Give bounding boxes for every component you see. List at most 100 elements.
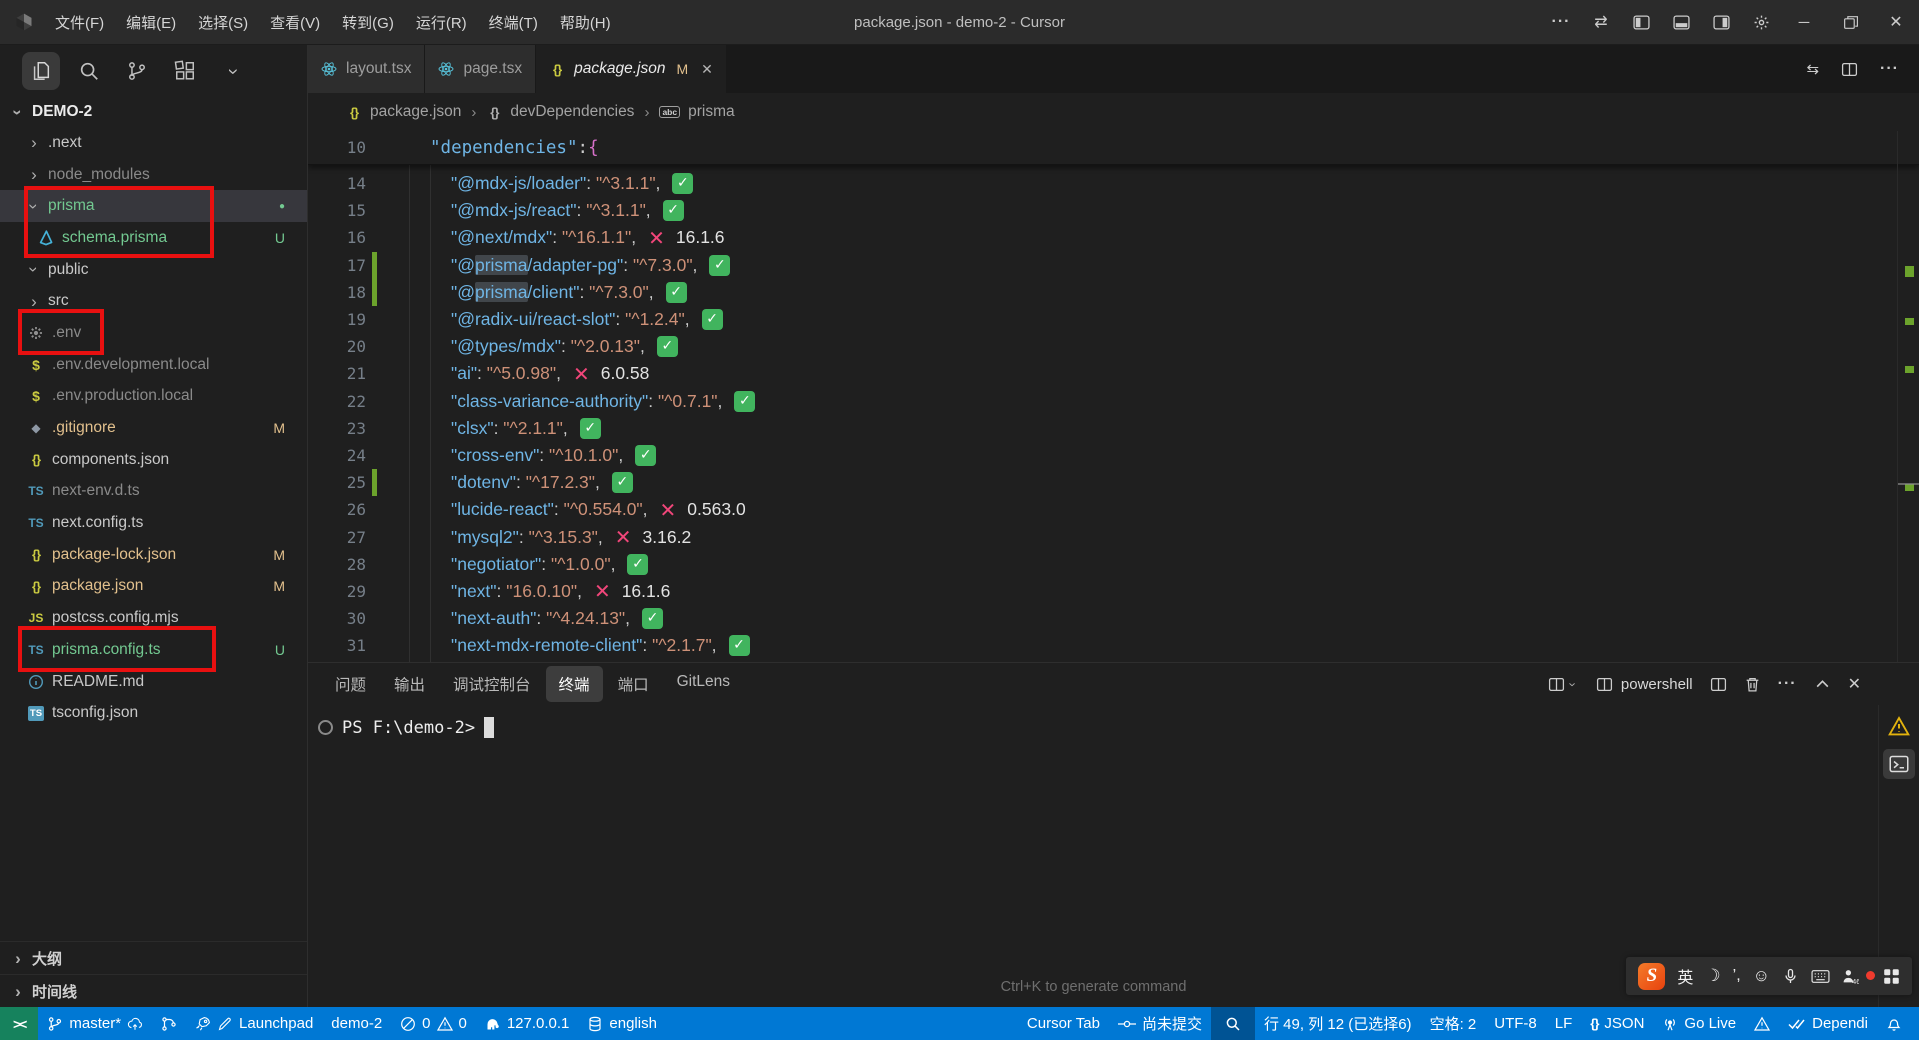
code-line-25[interactable]: 25 "dotenv": "^17.2.3", ✓ [308, 469, 1919, 497]
status-cursor-position[interactable]: 行 49, 列 12 (已选择6) [1255, 1007, 1421, 1040]
status-remote-indicator[interactable]: >< [0, 1007, 39, 1040]
status-database-connection[interactable]: english [578, 1007, 666, 1040]
tree-item-.gitignore[interactable]: ◆ .gitignore M [0, 412, 307, 444]
tree-item-prisma[interactable]: › prisma ● [0, 190, 307, 223]
menu-item[interactable]: 运行(R) [405, 12, 478, 33]
code-line-26[interactable]: 26 "lucide-react": "^0.554.0", ✕ 0.563.0 [308, 496, 1919, 523]
code-line-19[interactable]: 19 "@radix-ui/react-slot": "^1.2.4", ✓ [308, 306, 1919, 333]
more-actions-icon[interactable]: ··· [1880, 60, 1899, 78]
breadcrumb-item[interactable]: package.json [370, 103, 461, 121]
menu-item[interactable]: 文件(F) [44, 12, 115, 33]
tree-item-next-env.d.ts[interactable]: TS next-env.d.ts [0, 476, 307, 508]
activity-extensions-icon[interactable] [166, 52, 204, 90]
code-editor[interactable]: 10 "dependencies": { 14 "@mdx-js/loader": … [308, 131, 1919, 662]
status-language-mode[interactable]: {} JSON [1581, 1007, 1653, 1040]
tab-package.json[interactable]: {} package.json M ✕ [536, 45, 727, 93]
menu-item[interactable]: 查看(V) [259, 12, 331, 33]
status-gitlens-launchpad[interactable]: Launchpad [186, 1007, 322, 1040]
menu-item[interactable]: 选择(S) [187, 12, 259, 33]
kill-terminal-icon[interactable] [1744, 676, 1761, 693]
restore-button[interactable] [1827, 0, 1873, 44]
tree-item-.env.production.local[interactable]: $ .env.production.local [0, 381, 307, 413]
overview-ruler[interactable] [1898, 131, 1919, 662]
sticky-scroll-line[interactable]: 10 "dependencies": { [308, 131, 1919, 165]
tree-item-prisma.config.ts[interactable]: TS prisma.config.ts U [0, 634, 307, 666]
menu-item[interactable]: 终端(T) [478, 12, 549, 33]
grid-icon[interactable] [1883, 968, 1900, 985]
code-line-27[interactable]: 27 "mysql2": "^3.15.3", ✕ 3.16.2 [308, 523, 1919, 550]
code-line-21[interactable]: 21 "ai": "^5.0.98", ✕ 6.0.58 [308, 360, 1919, 387]
compare-changes-icon[interactable]: ⇆ [1806, 60, 1819, 79]
status-notifications-bell[interactable] [1877, 1007, 1911, 1040]
panel-tab-输出[interactable]: 输出 [381, 666, 438, 702]
panel-left-icon[interactable] [1621, 0, 1661, 44]
panel-tab-问题[interactable]: 问题 [322, 666, 379, 702]
menu-item[interactable]: 转到(G) [331, 12, 405, 33]
sogou-logo[interactable]: S [1638, 962, 1666, 990]
code-line-17[interactable]: 17 "@prisma/adapter-pg": "^7.3.0", ✓ [308, 251, 1919, 279]
keyboard-icon[interactable] [1811, 968, 1830, 985]
tree-item-src[interactable]: › src [0, 285, 307, 317]
status-postgres-host[interactable]: 127.0.0.1 [476, 1007, 579, 1040]
tree-item-package.json[interactable]: {} package.json M [0, 571, 307, 603]
close-panel-icon[interactable]: ✕ [1848, 674, 1861, 694]
tree-item-tsconfig.json[interactable]: TS tsconfig.json [0, 697, 307, 729]
tree-item-next.config.ts[interactable]: TS next.config.ts [0, 507, 307, 539]
status-commit-status[interactable]: 尚未提交 [1109, 1007, 1211, 1040]
explorer-root-folder[interactable]: › DEMO-2 [0, 97, 307, 127]
tree-item-README.md[interactable]: README.md [0, 666, 307, 698]
status-go-live[interactable]: Go Live [1653, 1007, 1745, 1040]
tab-layout.tsx[interactable]: layout.tsx [308, 45, 426, 93]
code-line-18[interactable]: 18 "@prisma/client": "^7.3.0", ✓ [308, 278, 1919, 306]
status-indentation[interactable]: 空格: 2 [1421, 1007, 1486, 1040]
tree-item-.env.development.local[interactable]: $ .env.development.local [0, 349, 307, 381]
status-git-branch[interactable]: master* [38, 1007, 152, 1040]
status-dependi[interactable]: Dependi [1779, 1007, 1877, 1040]
minimize-button[interactable]: ─ [1781, 0, 1827, 44]
status-gitlens-graph[interactable] [152, 1007, 186, 1040]
breadcrumb[interactable]: {} package.json › {} devDependencies › abc pris… [308, 93, 1919, 131]
panel-bottom-icon[interactable] [1661, 0, 1701, 44]
panel-tab-GitLens[interactable]: GitLens [664, 666, 743, 702]
code-line-22[interactable]: 22 "class-variance-authority": "^0.7.1", ✓ [308, 388, 1919, 415]
tab-page.tsx[interactable]: page.tsx [425, 45, 537, 93]
more-actions-icon[interactable]: ··· [1778, 675, 1797, 693]
tree-item-.env[interactable]: .env [0, 317, 307, 349]
sidebar-section-大纲[interactable]: › 大纲 [0, 941, 307, 974]
settings-icon[interactable] [1741, 0, 1781, 44]
close-tab-icon[interactable]: ✕ [701, 61, 713, 78]
tree-item-node_modules[interactable]: › node_modules [0, 159, 307, 191]
tree-item-package-lock.json[interactable]: {} package-lock.json M [0, 539, 307, 571]
split-terminal-icon[interactable] [1710, 676, 1727, 693]
activity-chevron-down-icon[interactable]: › [214, 52, 252, 90]
tree-item-public[interactable]: › public [0, 254, 307, 286]
code-line-20[interactable]: 20 "@types/mdx": "^2.0.13", ✓ [308, 333, 1919, 360]
split-editor-icon[interactable] [1841, 61, 1858, 78]
terminal-session-tab[interactable]: powershell [1596, 676, 1693, 693]
status-warning-indicator[interactable] [1745, 1007, 1779, 1040]
panel-tab-端口[interactable]: 端口 [605, 666, 662, 702]
maximize-panel-icon[interactable] [1814, 676, 1831, 693]
code-line-23[interactable]: 23 "clsx": "^2.1.1", ✓ [308, 415, 1919, 442]
punctuation-indicator[interactable]: ’, [1733, 967, 1741, 985]
status-search-mode[interactable] [1211, 1007, 1256, 1040]
breadcrumb-item[interactable]: prisma [688, 103, 735, 121]
tree-item-components.json[interactable]: {} components.json [0, 444, 307, 476]
more-icon[interactable]: ··· [1541, 0, 1581, 44]
tree-item-postcss.config.mjs[interactable]: JS postcss.config.mjs [0, 602, 307, 634]
terminal-launch-button[interactable]: › [1548, 676, 1580, 693]
mic-icon[interactable] [1782, 968, 1799, 985]
breadcrumb-item[interactable]: devDependencies [510, 103, 634, 121]
lang-indicator[interactable]: 英 [1677, 964, 1693, 988]
code-line-15[interactable]: 15 "@mdx-js/react": "^3.1.1", ✓ [308, 197, 1919, 224]
emoji-icon[interactable]: ☺ [1753, 966, 1770, 986]
code-line-29[interactable]: 29 "next": "16.0.10", ✕ 16.1.6 [308, 578, 1919, 605]
status-problems[interactable]: 00 [391, 1007, 476, 1040]
status-encoding[interactable]: UTF-8 [1485, 1007, 1546, 1040]
panel-right-icon[interactable] [1701, 0, 1741, 44]
code-line-30[interactable]: 30 "next-auth": "^4.24.13", ✓ [308, 605, 1919, 632]
tree-item-schema.prisma[interactable]: schema.prisma U [0, 222, 307, 254]
activity-source-control-icon[interactable] [118, 52, 156, 90]
close-button[interactable]: ✕ [1873, 0, 1919, 44]
activity-explorer-icon[interactable] [22, 52, 60, 90]
